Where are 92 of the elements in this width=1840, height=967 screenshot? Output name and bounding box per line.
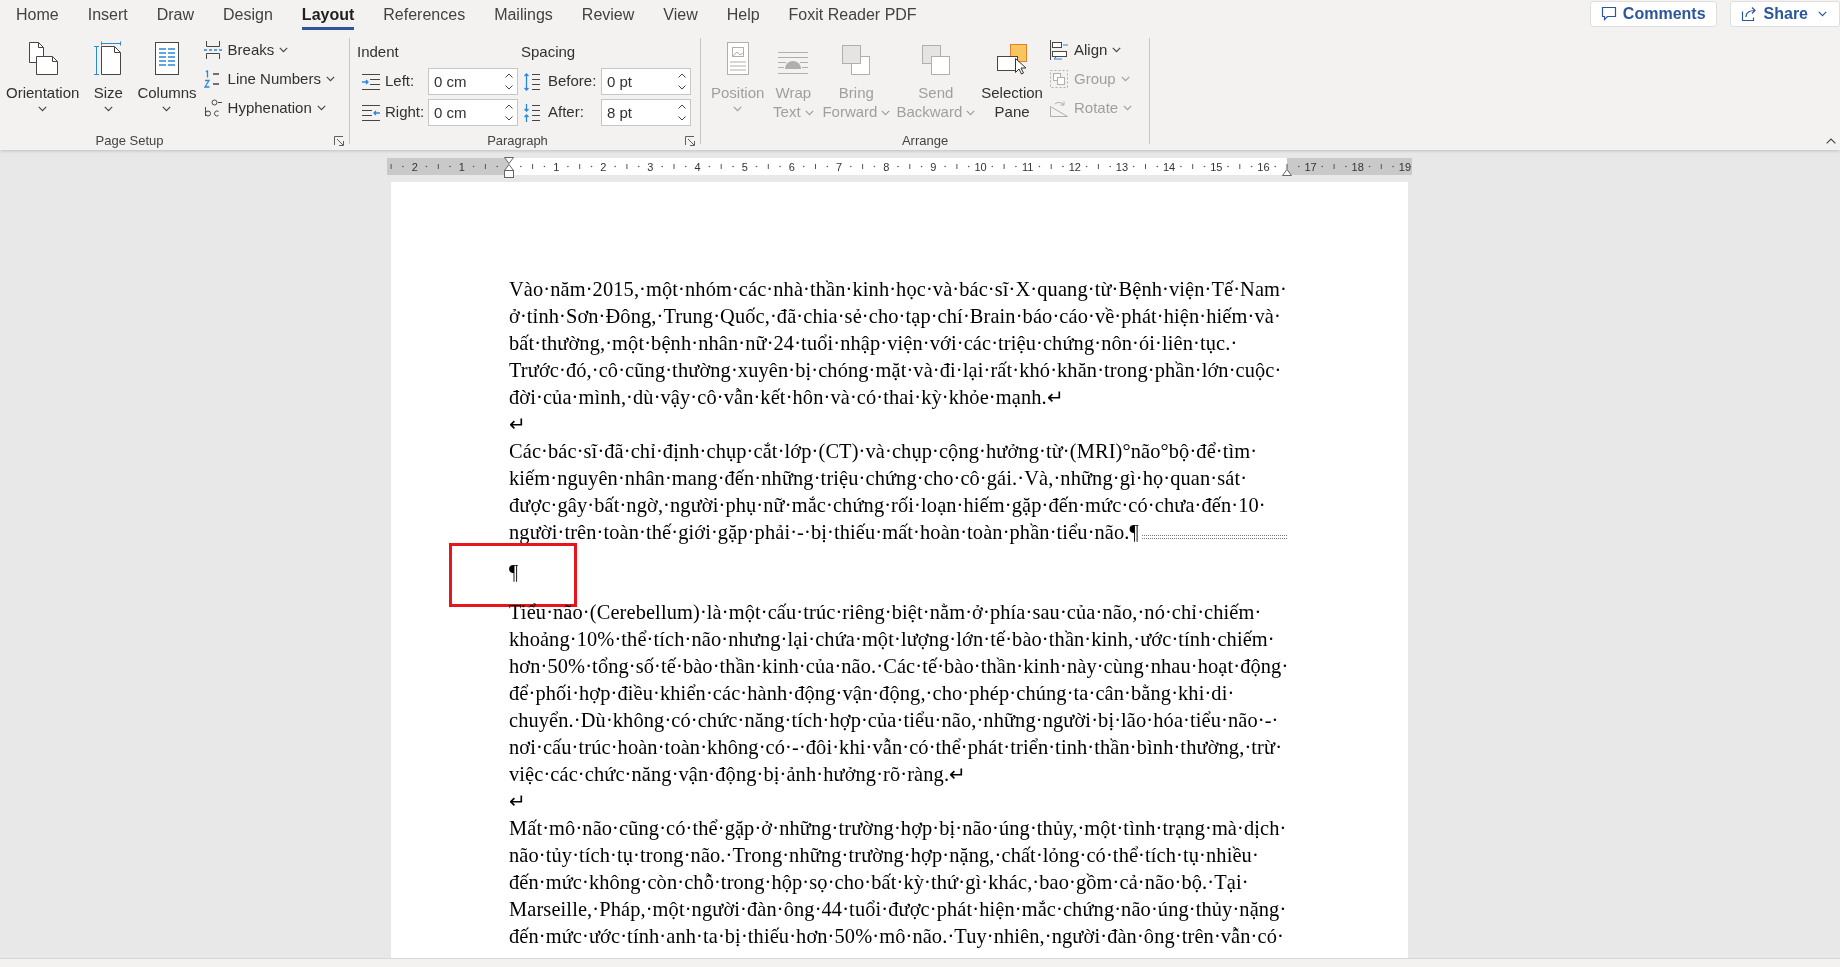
ribbon-button[interactable]: Selection Pane <box>978 32 1046 132</box>
ribbon-tab[interactable]: Review <box>581 0 635 30</box>
formatting-mark: ↵ <box>509 789 527 814</box>
ribbon-button[interactable]: Hyphenation <box>199 94 338 122</box>
comment-icon <box>1600 6 1617 22</box>
paragraph-text: Các·bác·sĩ·đã·chỉ·định·chụp·cắt·lớp·(CT)·và·chụp·cộng·hưởng·từ·(MRI)°não°bộ·để·tìm· kiếm·nguyên·nhân·mang·đến·những·triệu·chứng·cho·cô·gái.·Và,·những·gì·họ·quan·sát· được·gây·bất·ngờ,·người·phụ·nữ·mắc·chứng·rối·loạn·hiếm·gặp·đến·mức·có·chưa·đến·10· người·trên·toàn·thế·giới·gặp·phải·-·bị·thiếu·mất·hoàn·toàn·phần·tiểu·não.¶ <box>509 438 1287 546</box>
ribbon-button[interactable]: Align <box>1045 36 1136 64</box>
share-button[interactable]: Share <box>1729 1 1840 27</box>
ribbon-button[interactable]: Breaks <box>199 36 338 64</box>
spin-down-icon[interactable] <box>505 116 513 121</box>
indent-field[interactable]: 0 cm <box>428 68 518 95</box>
selection-pane-icon <box>996 43 1029 76</box>
ribbon-tab[interactable]: View <box>663 0 698 30</box>
paragraph-text: Vào·năm·2015,·một·nhóm·các·nhà·thần·kinh·học·và·bác·sĩ·X·quang·từ·Bệnh·viện·Tế·Nam· ở·tỉnh·Sơn·Đông,·Trung·Quốc,·đã·chia·sẻ·cho·tạp·chí·Brain·báo·cáo·về·phát·hiện·hiếm·và· bất·thường,·một·bệnh·nhân·nữ·24·tuổi·nhập·viện·với·các·triệu·chứng·nôn·ói·liên·tục.· Trước·đó,·cô·cũng·thường·xuyên·bị·chóng·mặt·và·đi·lại·rất·khó·khăn·trong·phần·lớn·cuộc· đời·của·mình,·dù·vậy·cô·vẫn·kết·hôn·và·có·thai·kỳ·khỏe·mạnh.↵ <box>509 277 1287 411</box>
send-backward-icon <box>920 44 951 76</box>
share-icon <box>1740 6 1758 22</box>
ribbon-tab[interactable]: Draw <box>156 0 195 30</box>
ruler-number: 6 <box>788 160 795 173</box>
ruler-number: 13 <box>1115 160 1129 173</box>
field-label: Before: <box>548 71 598 92</box>
ruler-number: 1 <box>553 160 560 173</box>
ruler-number: 7 <box>836 160 843 173</box>
ribbon-tab[interactable]: Help <box>726 0 760 30</box>
page-break-icon <box>202 40 223 60</box>
indent-right-icon <box>361 103 381 122</box>
ruler-number: 17 <box>1304 160 1317 173</box>
indent-field[interactable]: 0 cm <box>428 99 518 126</box>
space-after-icon <box>523 102 541 123</box>
ribbon-button[interactable]: Columns <box>134 32 200 132</box>
ruler-number: 1 <box>458 160 465 173</box>
spin-up-icon[interactable] <box>505 104 513 109</box>
ribbon-button[interactable]: Orientation <box>3 32 83 132</box>
page-size-icon <box>93 41 124 76</box>
field-label: Left: <box>385 71 416 92</box>
dialog-launcher-icon[interactable] <box>334 136 344 146</box>
ruler-number: 2 <box>600 160 607 173</box>
right-indent-marker-icon[interactable] <box>1281 169 1292 176</box>
ruler-number: 9 <box>930 160 937 173</box>
ribbon-tab[interactable]: Design <box>223 0 273 30</box>
spacing-field[interactable]: 8 pt <box>601 99 691 126</box>
ribbon-tab[interactable]: Foxit Reader PDF <box>788 0 917 30</box>
orientation-icon <box>26 41 59 76</box>
ribbon-tab[interactable]: Layout <box>301 0 355 30</box>
hyphenation-icon <box>202 98 223 118</box>
paragraph-text: Tiểu·não·(Cerebellum)·là·một·cấu·trúc·riêng·biệt·nằm·ở·phía·sau·của·não,·nó·chỉ·chiếm· khoảng·10%·thể·tích·não·nhưng·lại·chứa·một·lượng·lớn·tế·bào·thần·kinh,·ước·tính·chiếm· hơn·50%·tổng·số·tế·bào·thần·kinh·của·não.·Các·tế·bào·thần·kinh·này·cùng·nhau·hoạt·động· để·phối·hợp·điều·khiển·các·hành·động·vận·động,·cho·phép·chúng·ta·cân·bằng·khi·di· chuyển.·Dù·không·có·chức·năng·tích·hợp·của·tiểu·não,·những·người·bị·lão·hóa·tiểu·não·-· nơi·cấu·trúc·hoàn·toàn·không·có·-·đôi·khi·vẫn·có·thể·phát·triển·tinh·thần·bình·thường,·trừ· việc·các·chức·năng·vận·động·bị·ảnh·hưởng·rõ·ràng.↵ <box>509 600 1289 788</box>
group-label: Paragraph <box>486 133 549 149</box>
group-label: Page Setup <box>94 133 165 149</box>
field-label: After: <box>548 102 585 123</box>
ribbon-button[interactable]: Line Numbers <box>199 65 338 93</box>
spin-up-icon[interactable] <box>678 73 686 78</box>
indent-left-icon <box>361 72 381 91</box>
section-label: Indent <box>357 42 399 62</box>
wrap-text-icon <box>777 50 810 76</box>
ribbon-tab[interactable]: Home <box>16 0 59 30</box>
ruler-number: 12 <box>1068 160 1081 173</box>
paragraph-text: Mất·mô·não·cũng·có·thể·gặp·ở·những·trường·hợp·bị·não·úng·thủy,·một·tình·trạng·mà·dịch· não·tủy·tích·tụ·trong·não.·Trong·những·trường·hợp·nặng,·chất·lỏng·có·thể·tích·tụ·nhiều· đến·mức·không·còn·chỗ·trong·hộp·sọ·cho·bất·kỳ·thứ·gì·khác,·bao·gồm·cả·não·bộ.·Tại· Marseille,·Pháp,·một·người·đàn·ông·44·tuổi·được·phát·hiện·mắc·chứng·não·úng·thủy·nặng· đến·mức·ước·tính·anh·ta·bị·thiếu·hơn·50%·mô·não.·Tuy·nhiên,·người·đàn·ông·trên·vẫn·có· <box>509 816 1287 950</box>
bring-forward-icon <box>841 44 872 76</box>
formatting-mark: ↵ <box>509 412 527 437</box>
spin-up-icon[interactable] <box>505 73 513 78</box>
spin-up-icon[interactable] <box>678 104 686 109</box>
ruler-number: 11 <box>1021 160 1034 173</box>
ribbon-tab[interactable]: References <box>383 0 466 30</box>
space-before-icon <box>523 71 541 92</box>
align-icon <box>1048 40 1069 60</box>
section-label: Spacing <box>521 42 576 62</box>
left-indent-marker-icon[interactable] <box>504 157 514 178</box>
ruler-number: 3 <box>647 160 654 173</box>
group-icon <box>1048 69 1069 89</box>
ruler-number: 15 <box>1210 160 1223 173</box>
spin-down-icon[interactable] <box>678 85 686 90</box>
group-label: Arrange <box>900 133 950 149</box>
ruler-number: 19 <box>1398 160 1412 173</box>
ruler-number: 18 <box>1351 160 1364 173</box>
collapse-ribbon-icon[interactable] <box>1826 138 1836 144</box>
ribbon-button[interactable]: Size <box>82 32 135 132</box>
ruler-number: 4 <box>694 160 701 173</box>
columns-icon <box>152 41 181 76</box>
ribbon-tab[interactable]: Mailings <box>494 0 553 30</box>
ruler-number: 5 <box>741 160 748 173</box>
spacing-field[interactable]: 0 pt <box>601 68 691 95</box>
ruler-number: 14 <box>1162 160 1176 173</box>
formatting-mark: ¶ <box>509 560 519 585</box>
ruler-number: 8 <box>883 160 890 173</box>
ruler-number: 10 <box>974 160 987 173</box>
spin-down-icon[interactable] <box>505 85 513 90</box>
dialog-launcher-icon[interactable] <box>685 136 695 146</box>
spin-down-icon[interactable] <box>678 116 686 121</box>
ribbon-tab[interactable]: Insert <box>87 0 128 30</box>
ruler-number: 16 <box>1257 160 1270 173</box>
field-label: Right: <box>385 102 426 123</box>
comments-button[interactable]: Comments <box>1589 1 1717 27</box>
ruler-number: 2 <box>411 160 418 173</box>
